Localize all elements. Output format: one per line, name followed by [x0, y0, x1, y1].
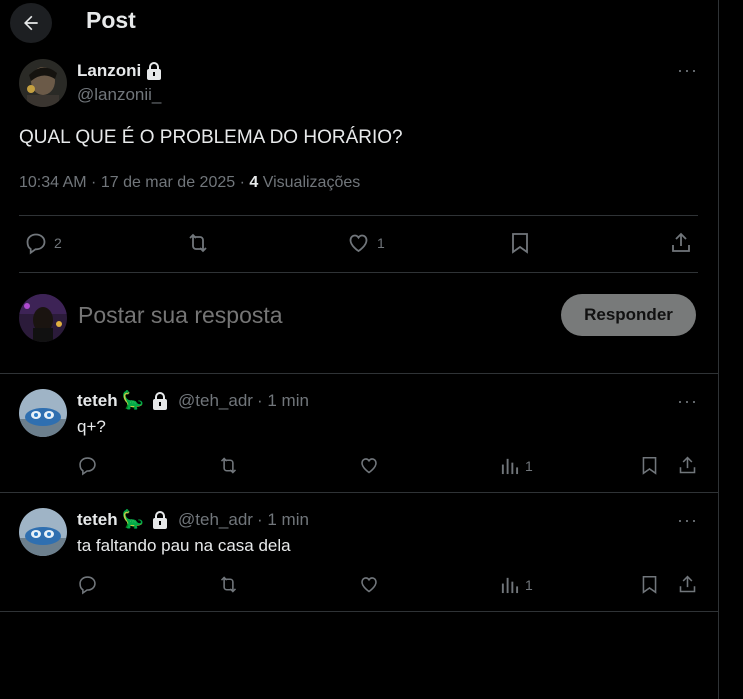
- like-button[interactable]: [358, 455, 380, 476]
- reply-author-handle[interactable]: @teh_adr: [178, 510, 253, 530]
- reply-text: q+?: [77, 417, 106, 436]
- share-icon: [672, 232, 690, 252]
- bookmark-button[interactable]: [640, 574, 659, 595]
- reply-count: 2: [54, 235, 62, 251]
- share-button[interactable]: [677, 455, 698, 476]
- reply-button[interactable]: [77, 455, 98, 476]
- respond-button[interactable]: Responder: [561, 294, 696, 336]
- share-button[interactable]: [677, 574, 698, 595]
- reply-author-handle[interactable]: @teh_adr: [178, 391, 253, 411]
- back-button[interactable]: [10, 3, 52, 43]
- reply-author-emoji: 🦕: [121, 390, 145, 410]
- post-meta: 10:34 AM · 17 de mar de 2025 · 4 Visuali…: [19, 174, 360, 192]
- bookmark-icon: [512, 233, 528, 254]
- bookmark-button[interactable]: [509, 231, 531, 255]
- heart-icon: [349, 234, 368, 253]
- views-label: Visualizações: [258, 174, 361, 191]
- repost-button[interactable]: [217, 455, 240, 476]
- views-button[interactable]: 1: [500, 456, 533, 475]
- repost-icon: [220, 576, 237, 593]
- reply-icon: [79, 576, 96, 595]
- reply-time[interactable]: · 1 min: [257, 391, 309, 411]
- reply-time[interactable]: · 1 min: [257, 510, 309, 530]
- avatar[interactable]: [19, 294, 67, 342]
- views-button[interactable]: 1: [500, 575, 533, 594]
- like-button[interactable]: 1: [346, 231, 385, 255]
- author-handle[interactable]: @lanzonii_: [77, 85, 161, 105]
- author-name[interactable]: Lanzoni: [77, 61, 141, 81]
- reply-icon: [26, 233, 46, 255]
- bookmark-icon: [642, 456, 657, 475]
- heart-icon: [361, 577, 377, 593]
- reply-button[interactable]: 2: [24, 231, 62, 255]
- views-count: 1: [525, 576, 533, 593]
- repost-button[interactable]: [217, 574, 240, 595]
- post-text: QUAL QUE É O PROBLEMA DO HORÁRIO?: [19, 127, 403, 148]
- lock-icon: [153, 391, 168, 410]
- analytics-icon: [501, 458, 519, 475]
- post-timestamp[interactable]: 10:34 AM · 17 de mar de 2025 ·: [19, 174, 249, 191]
- more-options-button[interactable]: ···: [677, 60, 698, 81]
- like-button[interactable]: [358, 574, 380, 595]
- more-options-button[interactable]: ···: [677, 391, 698, 412]
- more-options-button[interactable]: ···: [677, 510, 698, 531]
- lock-icon: [147, 62, 162, 80]
- reply-author-emoji: 🦕: [121, 509, 145, 529]
- reply-author-name[interactable]: teteh: [77, 391, 118, 411]
- repost-button[interactable]: [185, 231, 211, 255]
- share-icon: [679, 575, 696, 593]
- page-title: Post: [86, 7, 136, 33]
- reply-author-name[interactable]: teteh: [77, 510, 118, 530]
- avatar[interactable]: [19, 389, 67, 437]
- reply-text: ta faltando pau na casa dela: [77, 536, 291, 555]
- views-count: 1: [525, 457, 533, 474]
- like-count: 1: [377, 235, 385, 251]
- reply-button[interactable]: [77, 574, 98, 595]
- analytics-icon: [501, 577, 519, 594]
- share-icon: [679, 456, 696, 474]
- share-button[interactable]: [669, 231, 693, 255]
- repost-icon: [220, 457, 237, 474]
- bookmark-icon: [642, 575, 657, 594]
- heart-icon: [361, 458, 377, 474]
- repost-icon: [189, 233, 207, 253]
- reply-input[interactable]: [78, 298, 538, 332]
- views-count: 4: [249, 174, 259, 191]
- lock-icon: [153, 510, 168, 529]
- reply-icon: [79, 457, 96, 476]
- avatar[interactable]: [19, 59, 67, 107]
- arrow-left-icon: [24, 15, 38, 31]
- bookmark-button[interactable]: [640, 455, 659, 476]
- avatar[interactable]: [19, 508, 67, 556]
- main-column: Post Lanzoni @lanzonii_ ··· QUAL QUE É O…: [0, 0, 719, 699]
